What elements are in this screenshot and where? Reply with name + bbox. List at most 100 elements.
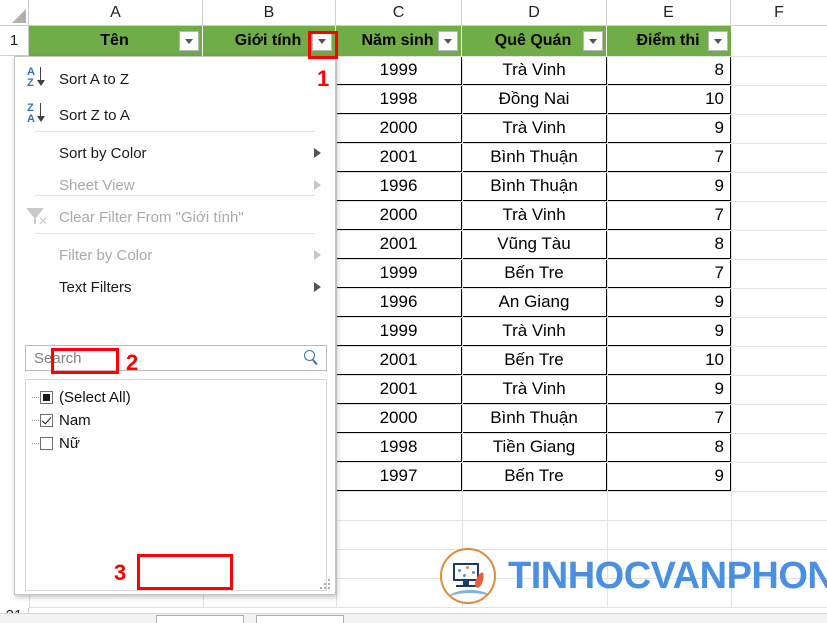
- cell-diem-thi-row-5[interactable]: 9: [607, 172, 731, 201]
- cell-diem-thi-row-14[interactable]: 8: [607, 433, 731, 462]
- menu-item-sort-by-color[interactable]: Sort by Color: [15, 135, 335, 171]
- filter-button-gioi-tinh[interactable]: [312, 31, 332, 51]
- cell-diem-thi-row-15[interactable]: 9: [607, 462, 731, 491]
- cell-nam-sinh-row-11[interactable]: 2001: [336, 346, 462, 375]
- select-all-corner[interactable]: [0, 0, 29, 26]
- checklist-item-nu[interactable]: Nữ: [26, 432, 326, 455]
- row-header-1[interactable]: 1: [0, 26, 29, 56]
- cell-nam-sinh-row-6[interactable]: 2000: [336, 201, 462, 230]
- cancel-button[interactable]: Cancel: [256, 615, 344, 623]
- cell-diem-thi-row-13[interactable]: 7: [607, 404, 731, 433]
- cell-nam-sinh-row-1[interactable]: 1999: [336, 56, 462, 85]
- watermark-logo: TINHOCVANPHONG: [440, 548, 827, 604]
- cell-nam-sinh-row-10[interactable]: 1999: [336, 317, 462, 346]
- watermark-text: TINHOCVANPHONG: [508, 555, 827, 597]
- checklist-item-nam[interactable]: Nam: [26, 409, 326, 432]
- sort-a-to-z-icon: AZ: [25, 67, 59, 91]
- cell-diem-thi-row-6[interactable]: 7: [607, 201, 731, 230]
- cell-nam-sinh-row-12[interactable]: 2001: [336, 375, 462, 404]
- ok-button[interactable]: OK: [156, 615, 244, 623]
- excel-screenshot: A B C D E F 1 Tên Giới tính Năm sinh Quê…: [0, 0, 827, 623]
- checkbox-indeterminate[interactable]: [40, 391, 53, 404]
- cell-diem-thi-row-9[interactable]: 9: [607, 288, 731, 317]
- menu-item-icon-spacer: [25, 243, 59, 267]
- cell-que-quan-row-15[interactable]: Bến Tre: [462, 462, 607, 491]
- computer-monitor-icon: [440, 548, 496, 604]
- search-input[interactable]: [32, 348, 302, 368]
- filter-button-nam-sinh[interactable]: [438, 31, 458, 51]
- filter-button-diem-thi[interactable]: [708, 31, 728, 51]
- menu-item-sort-a-to-z[interactable]: A Z Sort A to Z: [15, 61, 335, 97]
- filter-button-que-quan[interactable]: [583, 31, 603, 51]
- cell-diem-thi-row-3[interactable]: 9: [607, 114, 731, 143]
- cell-nam-sinh-row-8[interactable]: 1999: [336, 259, 462, 288]
- cell-nam-sinh-row-7[interactable]: 2001: [336, 230, 462, 259]
- column-header-f[interactable]: F: [731, 0, 827, 26]
- cell-nam-sinh-row-4[interactable]: 2001: [336, 143, 462, 172]
- cell-que-quan-row-14[interactable]: Tiền Giang: [462, 433, 607, 462]
- table-header-gioi-tinh: Giới tính: [203, 26, 336, 56]
- cell-que-quan-row-3[interactable]: Trà Vinh: [462, 114, 607, 143]
- column-header-d[interactable]: D: [462, 0, 607, 26]
- menu-item-label: Text Filters: [59, 278, 132, 296]
- cell-diem-thi-row-10[interactable]: 9: [607, 317, 731, 346]
- column-header-a[interactable]: A: [29, 0, 203, 26]
- menu-item-clear-filter-from-gii-tnh: ✕ Clear Filter From "Giới tính": [15, 199, 335, 235]
- cell-nam-sinh-row-9[interactable]: 1996: [336, 288, 462, 317]
- cell-nam-sinh-row-5[interactable]: 1996: [336, 172, 462, 201]
- filter-value-list[interactable]: (Select All) Nam Nữ: [25, 379, 327, 591]
- cell-diem-thi-row-11[interactable]: 10: [607, 346, 731, 375]
- cell-nam-sinh-row-14[interactable]: 1998: [336, 433, 462, 462]
- table-header-ten-label: Tên: [100, 32, 129, 49]
- chevron-right-icon: [314, 180, 321, 190]
- cell-que-quan-row-1[interactable]: Trà Vinh: [462, 56, 607, 85]
- cell-diem-thi-row-12[interactable]: 9: [607, 375, 731, 404]
- cell-que-quan-row-9[interactable]: An Giang: [462, 288, 607, 317]
- menu-separator: [35, 233, 315, 234]
- cell-que-quan-row-12[interactable]: Trà Vinh: [462, 375, 607, 404]
- table-header-diem-thi: Điểm thi: [607, 26, 731, 56]
- cell-que-quan-row-10[interactable]: Trà Vinh: [462, 317, 607, 346]
- cell-que-quan-row-4[interactable]: Bình Thuận: [462, 143, 607, 172]
- cell-que-quan-row-11[interactable]: Bến Tre: [462, 346, 607, 375]
- cell-que-quan-row-8[interactable]: Bến Tre: [462, 259, 607, 288]
- cell-nam-sinh-row-15[interactable]: 1997: [336, 462, 462, 491]
- cell-diem-thi-row-8[interactable]: 7: [607, 259, 731, 288]
- menu-item-label: Sort Z to A: [59, 106, 130, 124]
- cell-que-quan-row-5[interactable]: Bình Thuận: [462, 172, 607, 201]
- menu-item-label: Sheet View: [59, 176, 135, 194]
- filter-dropdown-panel: A Z Sort A to Z Z A Sort Z to A Sort by Color S…: [14, 56, 344, 623]
- cell-que-quan-row-7[interactable]: Vũng Tàu: [462, 230, 607, 259]
- filter-button-ten[interactable]: [179, 31, 199, 51]
- cell-que-quan-row-13[interactable]: Bình Thuận: [462, 404, 607, 433]
- resize-grip-handle[interactable]: [320, 579, 332, 591]
- menu-item-filter-by-color: Filter by Color: [15, 237, 335, 273]
- sort-z-to-a-icon: ZA: [25, 103, 59, 127]
- table-header-que-quan: Quê Quán: [462, 26, 607, 56]
- checkbox-checked[interactable]: [40, 414, 53, 427]
- table-header-nam-sinh: Năm sinh: [336, 26, 462, 56]
- cell-diem-thi-row-2[interactable]: 10: [607, 85, 731, 114]
- cell-nam-sinh-row-3[interactable]: 2000: [336, 114, 462, 143]
- menu-item-sort-z-to-a[interactable]: Z A Sort Z to A: [15, 97, 335, 133]
- menu-item-label: Sort A to Z: [59, 70, 130, 88]
- filter-search-box[interactable]: [25, 345, 327, 371]
- grid-line-vertical-5: [731, 56, 732, 608]
- column-header-e[interactable]: E: [607, 0, 731, 26]
- cell-nam-sinh-row-2[interactable]: 1998: [336, 85, 462, 114]
- menu-item-icon-spacer: [25, 173, 59, 197]
- cell-nam-sinh-row-13[interactable]: 2000: [336, 404, 462, 433]
- cell-diem-thi-row-7[interactable]: 8: [607, 230, 731, 259]
- checklist-item-select-all[interactable]: (Select All): [26, 386, 326, 409]
- cell-que-quan-row-2[interactable]: Đồng Nai: [462, 85, 607, 114]
- checklist-item-label: Nữ: [59, 435, 80, 452]
- cell-diem-thi-row-4[interactable]: 7: [607, 143, 731, 172]
- column-header-c[interactable]: C: [336, 0, 462, 26]
- annotation-number-3: 3: [114, 560, 127, 585]
- checklist-item-label: Nam: [59, 412, 91, 429]
- column-header-b[interactable]: B: [203, 0, 336, 26]
- menu-item-text-filters[interactable]: Text Filters: [15, 269, 335, 305]
- checkbox-unchecked[interactable]: [40, 437, 53, 450]
- cell-diem-thi-row-1[interactable]: 8: [607, 56, 731, 85]
- cell-que-quan-row-6[interactable]: Trà Vinh: [462, 201, 607, 230]
